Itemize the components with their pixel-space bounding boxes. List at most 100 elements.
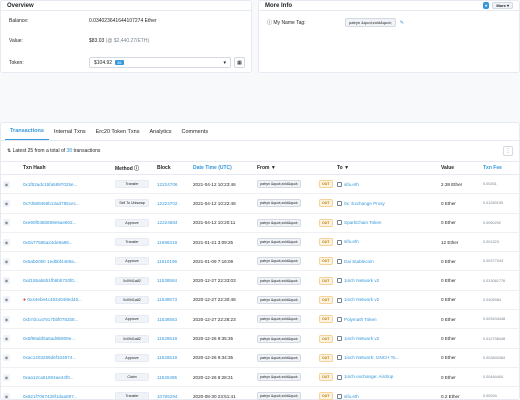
direction-cell: OUT (317, 290, 335, 311)
method-badge: 0x0941a82 (115, 334, 149, 343)
block-cell: 10765294 (155, 386, 191, 400)
txn-hash-link[interactable]: 0xb7dcca7817bbf0782b8... (23, 317, 78, 322)
filter-icon[interactable]: ▼ (344, 165, 349, 171)
txn-hash-cell: 0x7d589465b13ad785cec... (21, 193, 113, 214)
col-header-date-time[interactable]: Date Time (UTC) (191, 161, 255, 175)
to-link[interactable]: sifu.eth (344, 394, 359, 399)
txn-hash-link[interactable]: 0x5f86abf5a6ad9b909e... (23, 336, 75, 341)
fee-cell: 0.00377043 (481, 251, 520, 272)
token-dropdown[interactable]: $104.92 26 ▾ (89, 57, 231, 68)
block-link[interactable]: 11696318 (157, 240, 177, 245)
block-link[interactable]: 11526518 (157, 355, 177, 360)
from-tag[interactable]: patryn &quot;zold&quot; (257, 334, 302, 343)
from-tag[interactable]: patryn &quot;zold&quot; (257, 276, 302, 285)
txn-hash-link[interactable]: 0x44ebe4c4834048ed45... (27, 297, 81, 302)
block-cell: 11526495 (155, 367, 191, 388)
eye-icon[interactable]: ◉ (3, 296, 10, 304)
table-header-row: Txn Hash Method ⓘ Block Date Time (UTC) … (1, 161, 520, 175)
date-cell: 2021-01-09 7:16:09 (191, 251, 255, 272)
to-link[interactable]: Polymath Token (344, 317, 377, 322)
options-menu-button[interactable]: ⋮ (503, 146, 513, 156)
transactions-table: Txn Hash Method ⓘ Block Date Time (UTC) … (1, 161, 520, 400)
from-tag[interactable]: patryn &quot;zold&quot; (257, 218, 302, 227)
to-link[interactable]: 1inch Network v2 (344, 297, 379, 302)
txn-hash-link[interactable]: 0x0a77585a24de8a89... (23, 240, 73, 245)
block-link[interactable]: 11610196 (157, 259, 177, 264)
tab-internal-txns[interactable]: Internal Txns (49, 129, 91, 140)
eye-icon[interactable]: ◉ (3, 257, 10, 265)
txn-hash-cell: 0x821f7067428f1daa997... (21, 386, 113, 400)
eye-icon[interactable]: ◉ (3, 315, 10, 323)
heart-icon[interactable]: ♥ (482, 2, 490, 9)
method-badge: Approve (115, 257, 149, 266)
to-link[interactable]: 1inch Network: 1INCH To... (344, 355, 399, 360)
preview-cell: ◉ (1, 251, 21, 272)
block-link[interactable]: 11526518 (157, 336, 177, 341)
contract-icon (337, 239, 342, 245)
block-link[interactable]: 12224702 (157, 201, 177, 206)
eye-icon[interactable]: ◉ (3, 277, 10, 285)
from-tag[interactable]: patryn &quot;zold&quot; (257, 295, 302, 304)
eye-icon[interactable]: ◉ (3, 219, 10, 227)
to-link[interactable]: 1inch Network v2 (344, 278, 379, 283)
eye-icon[interactable]: ◉ (3, 335, 10, 343)
txn-hash-link[interactable]: 0x7d589465b13ad785cec... (23, 201, 80, 206)
from-tag[interactable]: patryn &quot;zold&quot; (257, 180, 302, 189)
more-dropdown[interactable]: More ▾ (492, 2, 513, 9)
eye-icon[interactable]: ◉ (3, 199, 10, 207)
contract-icon (337, 374, 342, 380)
token-holdings-button[interactable]: ▦ (234, 57, 245, 68)
block-link[interactable]: 11538563 (157, 317, 177, 322)
to-cell: Polymath Token (335, 309, 439, 330)
tab-transactions[interactable]: Transactions (5, 128, 49, 140)
txn-hash-link[interactable]: 0x5ab0050 1ed5bf4489a... (23, 259, 78, 264)
filter-icon[interactable]: ▼ (271, 165, 276, 171)
eye-icon[interactable]: ◉ (3, 373, 10, 381)
value-rate: (@ $2,440.27/ETH) (105, 38, 150, 44)
contract-icon (337, 355, 342, 361)
from-tag[interactable]: patryn &quot;zold&quot; (257, 392, 302, 400)
from-tag[interactable]: patryn &quot;zold&quot; (257, 373, 302, 382)
txn-hash-link[interactable]: 0xac1403289d6f104874... (23, 355, 76, 360)
block-link[interactable]: 12224684 (157, 220, 177, 225)
to-link[interactable]: SparkChain Token (344, 220, 381, 225)
fee-cell: 0.00484404 (481, 367, 520, 388)
tab-comments[interactable]: Comments (176, 129, 213, 140)
help-icon: ⓘ (134, 165, 140, 172)
from-tag[interactable]: patryn &quot;zold&quot; (257, 353, 302, 362)
txn-hash-link[interactable]: 0x821f7067428f1daa997... (23, 394, 78, 399)
from-tag[interactable]: patryn &quot;zold&quot; (257, 315, 302, 324)
block-link[interactable]: 11538584 (157, 278, 177, 283)
date-cell: 2020-12-27 22:33:03 (191, 270, 255, 291)
col-header-txn-fee[interactable]: Txn Fee (481, 161, 520, 175)
token-value: $104.92 (94, 59, 113, 66)
eye-icon[interactable]: ◉ (3, 392, 10, 400)
tab-erc20-token-txns[interactable]: Erc20 Token Txns (91, 129, 145, 140)
txn-hash-link[interactable]: 0xe90f035b859e5ae802... (23, 220, 76, 225)
from-tag[interactable]: patryn &quot;zold&quot; (257, 199, 302, 208)
col-header-txn-hash: Txn Hash (21, 161, 113, 175)
from-tag[interactable]: patryn &quot;zold&quot; (257, 238, 302, 247)
block-link[interactable]: 10765294 (157, 394, 177, 399)
eye-icon[interactable]: ◉ (3, 180, 10, 188)
tab-analytics[interactable]: Analytics (144, 129, 176, 140)
to-link[interactable]: sifu.eth (344, 239, 359, 244)
txn-hash-link[interactable]: 0x1f52adc15fa5897025e... (23, 182, 77, 187)
to-link[interactable]: sifu.eth (344, 182, 359, 187)
to-link[interactable]: 1inch Network v2 (344, 336, 379, 341)
to-link[interactable]: 0x: Exchange Proxy (344, 201, 385, 206)
to-link[interactable]: Dai Stablecoin (344, 259, 374, 264)
eye-icon[interactable]: ◉ (3, 238, 10, 246)
block-link[interactable]: 12224706 (157, 182, 177, 187)
contract-icon (337, 278, 342, 284)
value-label: Value: (9, 38, 23, 44)
block-link[interactable]: 11526495 (157, 375, 177, 380)
txn-hash-link[interactable]: 0xaa12ca61804ae44f0... (23, 375, 74, 380)
block-link[interactable]: 11538573 (157, 297, 177, 302)
preview-cell: ◉ (1, 386, 21, 400)
eye-icon[interactable]: ◉ (3, 354, 10, 362)
from-tag[interactable]: patryn &quot;zold&quot; (257, 257, 302, 266)
to-link[interactable]: 1inch.exchange: Airdrop (344, 374, 393, 379)
txn-hash-link[interactable]: 0xd155ab6b1fb9bb720f0... (23, 278, 78, 283)
edit-icon[interactable]: ✎ (400, 20, 404, 26)
